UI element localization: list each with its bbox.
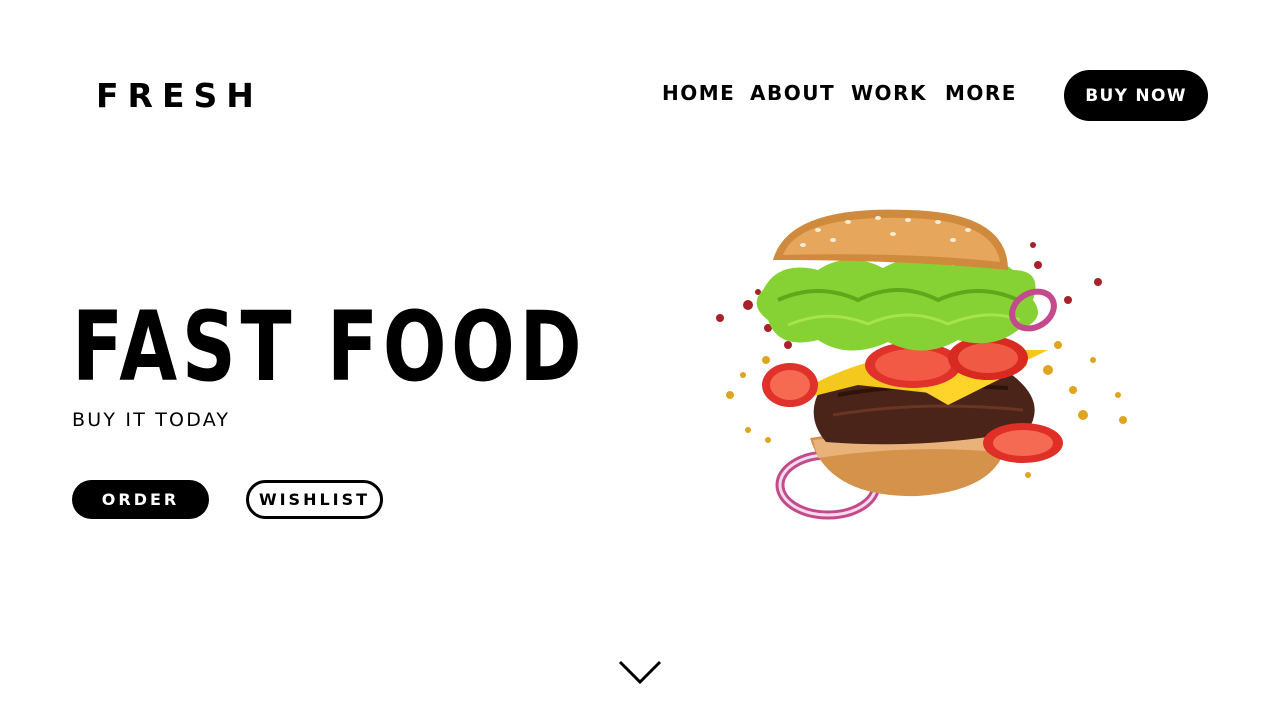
hero-subtitle: BUY IT TODAY: [72, 409, 231, 431]
order-button[interactable]: ORDER: [72, 480, 209, 519]
burger-image: [716, 209, 1127, 520]
nav-link-work[interactable]: WORK: [851, 81, 927, 105]
chevron-down-icon[interactable]: [616, 656, 664, 690]
wishlist-button[interactable]: WISHLIST: [246, 480, 383, 519]
brand-logo[interactable]: FRESH: [96, 78, 263, 114]
nav-link-more[interactable]: MORE: [945, 81, 1017, 105]
buy-now-button[interactable]: BUY NOW: [1064, 70, 1208, 121]
nav-link-about[interactable]: ABOUT: [750, 81, 835, 105]
lettuce: [756, 257, 1038, 351]
nav-link-home[interactable]: HOME: [662, 81, 735, 105]
hero-title: FAST FOOD: [72, 291, 587, 403]
